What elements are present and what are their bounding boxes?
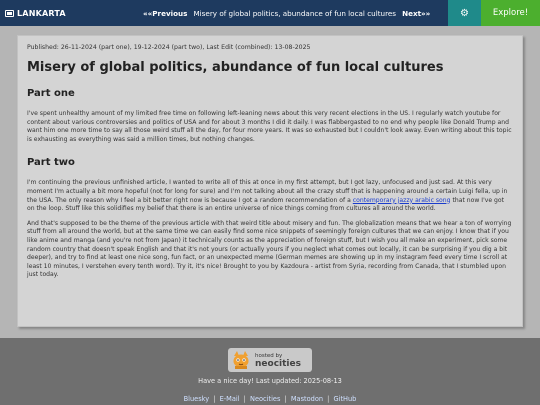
neocities-badge-text: hosted by neocities [255,352,301,369]
article-title: Misery of global politics, abundance of … [27,60,444,75]
current-article-title: Misery of global politics, abundance of … [193,8,397,18]
part-one-paragraph: I've spent unhealthy amount of my limite… [27,110,512,143]
gear-icon: ⚙ [460,7,469,19]
footer-link-github[interactable]: GitHub [334,395,357,403]
article-navigation: ««Previous Misery of global politics, ab… [143,0,430,26]
brand-logo-icon [5,9,14,17]
settings-button[interactable]: ⚙ [448,0,481,26]
footer-link-bluesky[interactable]: Bluesky [184,395,210,403]
footer-separator: | [284,395,287,403]
top-navigation-bar: LANKARTA ««Previous Misery of global pol… [0,0,540,26]
neocities-cat-icon [231,350,251,370]
part-one-heading: Part one [27,88,75,99]
footer-link-neocities[interactable]: Neocities [250,395,280,403]
part-two-heading: Part two [27,157,75,169]
part-two-paragraph-1: I'm continuing the previous unfinished a… [27,179,513,213]
badge-neocities: neocities [255,359,301,369]
footer-link-email[interactable]: E-Mail [220,395,240,403]
footer-separator: | [243,395,246,403]
jazzy-arabic-song-link[interactable]: contemporary jazzy arabic song [353,197,451,204]
footer-status: Have a nice day! Last updated: 2025-08-1… [198,377,342,385]
part-two-paragraph-2: And that's supposed to be the theme of t… [27,219,512,279]
previous-article-link[interactable]: ««Previous [143,9,187,18]
publish-dates: Published: 26-11-2024 (part one), 19-12-… [27,44,311,51]
footer-links: Bluesky | E-Mail | Neocities | Mastodon … [0,395,540,403]
explore-button-label: Explore! [492,8,529,18]
footer-link-mastodon[interactable]: Mastodon [291,395,323,403]
next-article-link[interactable]: Next»» [402,9,430,18]
brand-name: LANKARTA [17,8,66,18]
article-card: Published: 26-11-2024 (part one), 19-12-… [17,35,523,327]
site-brand[interactable]: LANKARTA [0,0,80,26]
footer-separator: | [327,395,330,403]
neocities-badge[interactable]: hosted by neocities [228,348,312,372]
footer-separator: | [213,395,216,403]
explore-button[interactable]: Explore! [481,0,540,26]
